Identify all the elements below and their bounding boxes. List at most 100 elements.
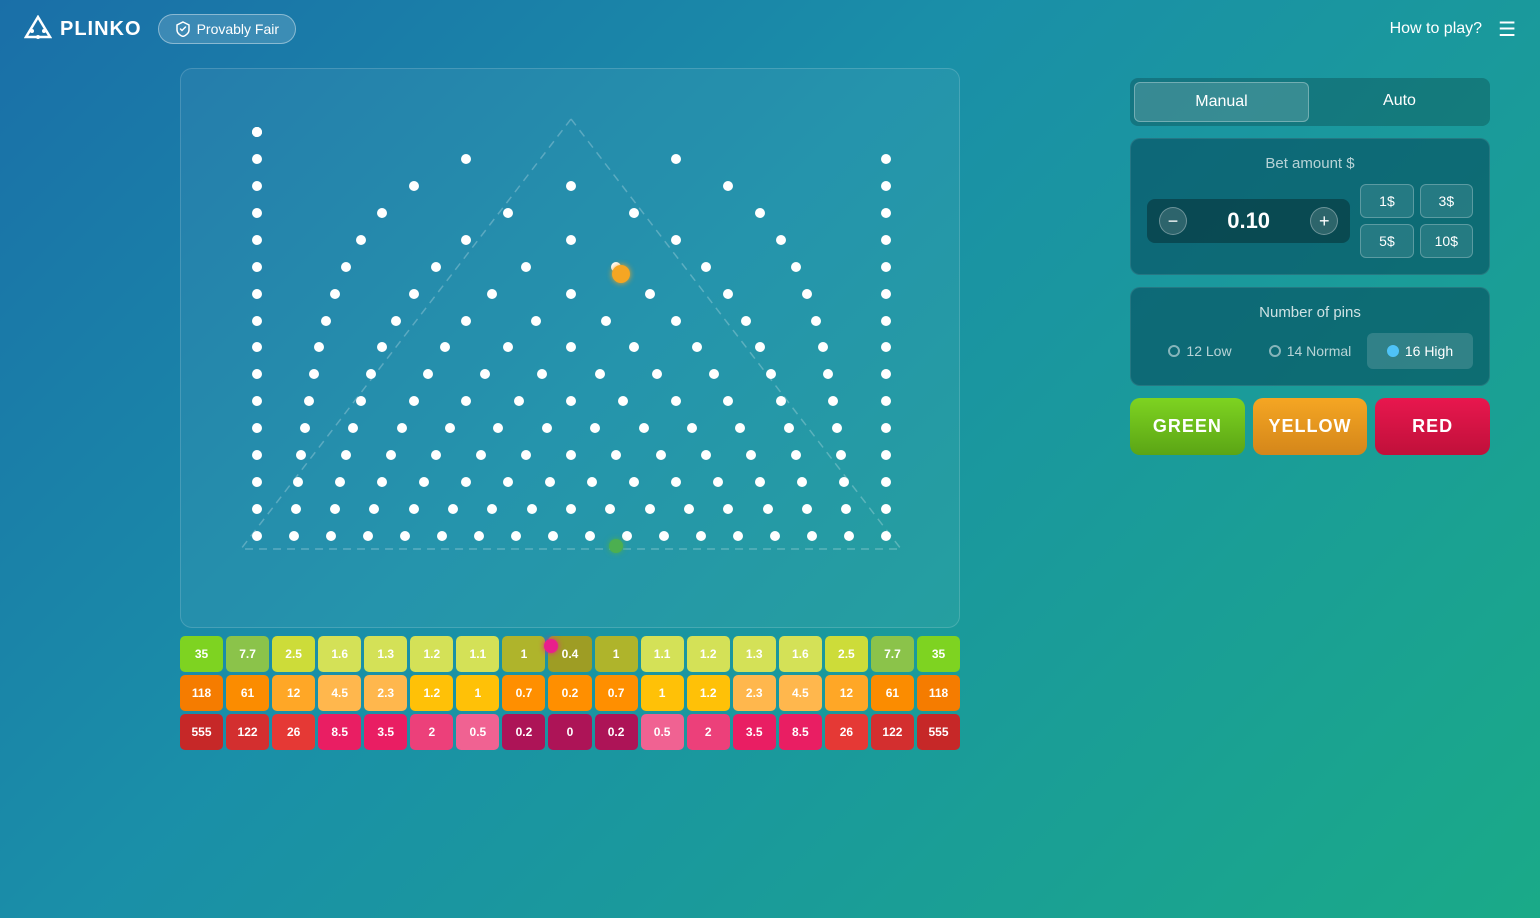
pin (755, 477, 765, 487)
pin (605, 504, 615, 514)
pin (881, 316, 891, 326)
tab-auto[interactable]: Auto (1313, 82, 1486, 122)
bet-label: Bet amount $ (1147, 155, 1473, 172)
pin-option-14normal[interactable]: 14 Normal (1257, 333, 1363, 369)
pin (566, 235, 576, 245)
pin (252, 450, 262, 460)
pin (811, 316, 821, 326)
red-mult-1: 122 (226, 714, 269, 750)
pin (881, 154, 891, 164)
pin (330, 289, 340, 299)
pin-option-16high[interactable]: 16 High (1367, 333, 1473, 369)
pin (511, 531, 521, 541)
bet-quick-buttons: 1$ 3$ 5$ 10$ (1360, 184, 1473, 258)
bet-decrement-button[interactable]: − (1159, 207, 1187, 235)
red-mult-10: 0.5 (641, 714, 684, 750)
pin (503, 342, 513, 352)
pin (289, 531, 299, 541)
pin (369, 504, 379, 514)
pin (701, 262, 711, 272)
pin (531, 316, 541, 326)
pin (409, 289, 419, 299)
green-multiplier-row: 357.72.51.61.31.21.110.411.11.21.31.62.5… (180, 636, 960, 672)
pin (723, 504, 733, 514)
green-mult-16: 35 (917, 636, 960, 672)
pin (537, 369, 547, 379)
green-mult-2: 2.5 (272, 636, 315, 672)
pin (770, 531, 780, 541)
pin (291, 504, 301, 514)
pin (881, 235, 891, 245)
pin (293, 477, 303, 487)
mode-tabs: Manual Auto (1130, 78, 1490, 126)
radio-12low (1168, 345, 1180, 357)
red-mult-12: 3.5 (733, 714, 776, 750)
pin (487, 289, 497, 299)
pin (755, 208, 765, 218)
pin (252, 181, 262, 191)
pin (629, 208, 639, 218)
pin (881, 450, 891, 460)
menu-icon[interactable]: ☰ (1498, 17, 1516, 42)
pin (802, 504, 812, 514)
provably-fair-button[interactable]: Provably Fair (158, 14, 296, 44)
pin (409, 504, 419, 514)
pin (431, 262, 441, 272)
pin (326, 531, 336, 541)
tab-manual[interactable]: Manual (1134, 82, 1309, 122)
pin (844, 531, 854, 541)
bet-input-area: − 0.10 + (1147, 199, 1350, 243)
yellow-mult-3: 4.5 (318, 675, 361, 711)
pin (566, 342, 576, 352)
quick-bet-3[interactable]: 3$ (1420, 184, 1473, 218)
bet-controls: − 0.10 + 1$ 3$ 5$ 10$ (1147, 184, 1473, 258)
how-to-play-link[interactable]: How to play? (1390, 20, 1483, 38)
pin (493, 423, 503, 433)
bet-yellow-button[interactable]: YELLOW (1253, 398, 1368, 455)
pin (881, 396, 891, 406)
green-mult-4: 1.3 (364, 636, 407, 672)
pin (696, 531, 706, 541)
red-mult-3: 8.5 (318, 714, 361, 750)
pins-area (201, 89, 941, 579)
quick-bet-1[interactable]: 1$ (1360, 184, 1413, 218)
pin (671, 396, 681, 406)
red-mult-0: 555 (180, 714, 223, 750)
bet-value-display: 0.10 (1199, 208, 1298, 234)
pins-options: 12 Low 14 Normal 16 High (1147, 333, 1473, 369)
pin (461, 396, 471, 406)
pin (503, 477, 513, 487)
pin (590, 423, 600, 433)
bet-increment-button[interactable]: + (1310, 207, 1338, 235)
green-mult-5: 1.2 (410, 636, 453, 672)
green-mult-10: 1.1 (641, 636, 684, 672)
pin (341, 450, 351, 460)
pin-option-12low[interactable]: 12 Low (1147, 333, 1253, 369)
red-mult-11: 2 (687, 714, 730, 750)
red-mult-7: 0.2 (502, 714, 545, 750)
pin (431, 450, 441, 460)
yellow-mult-1: 61 (226, 675, 269, 711)
pin (881, 262, 891, 272)
quick-bet-5[interactable]: 5$ (1360, 224, 1413, 258)
pin (652, 369, 662, 379)
pin (252, 477, 262, 487)
ball-1 (609, 539, 623, 553)
pin (791, 450, 801, 460)
bet-red-button[interactable]: RED (1375, 398, 1490, 455)
provably-fair-label: Provably Fair (197, 21, 279, 37)
pin (548, 531, 558, 541)
bet-green-button[interactable]: GREEN (1130, 398, 1245, 455)
yellow-mult-16: 118 (917, 675, 960, 711)
green-mult-3: 1.6 (318, 636, 361, 672)
pin (692, 342, 702, 352)
pin (566, 289, 576, 299)
pin (881, 181, 891, 191)
pin (480, 369, 490, 379)
green-mult-1: 7.7 (226, 636, 269, 672)
radio-16high (1387, 345, 1399, 357)
quick-bet-10[interactable]: 10$ (1420, 224, 1473, 258)
pin (309, 369, 319, 379)
pin (709, 369, 719, 379)
pin (639, 423, 649, 433)
